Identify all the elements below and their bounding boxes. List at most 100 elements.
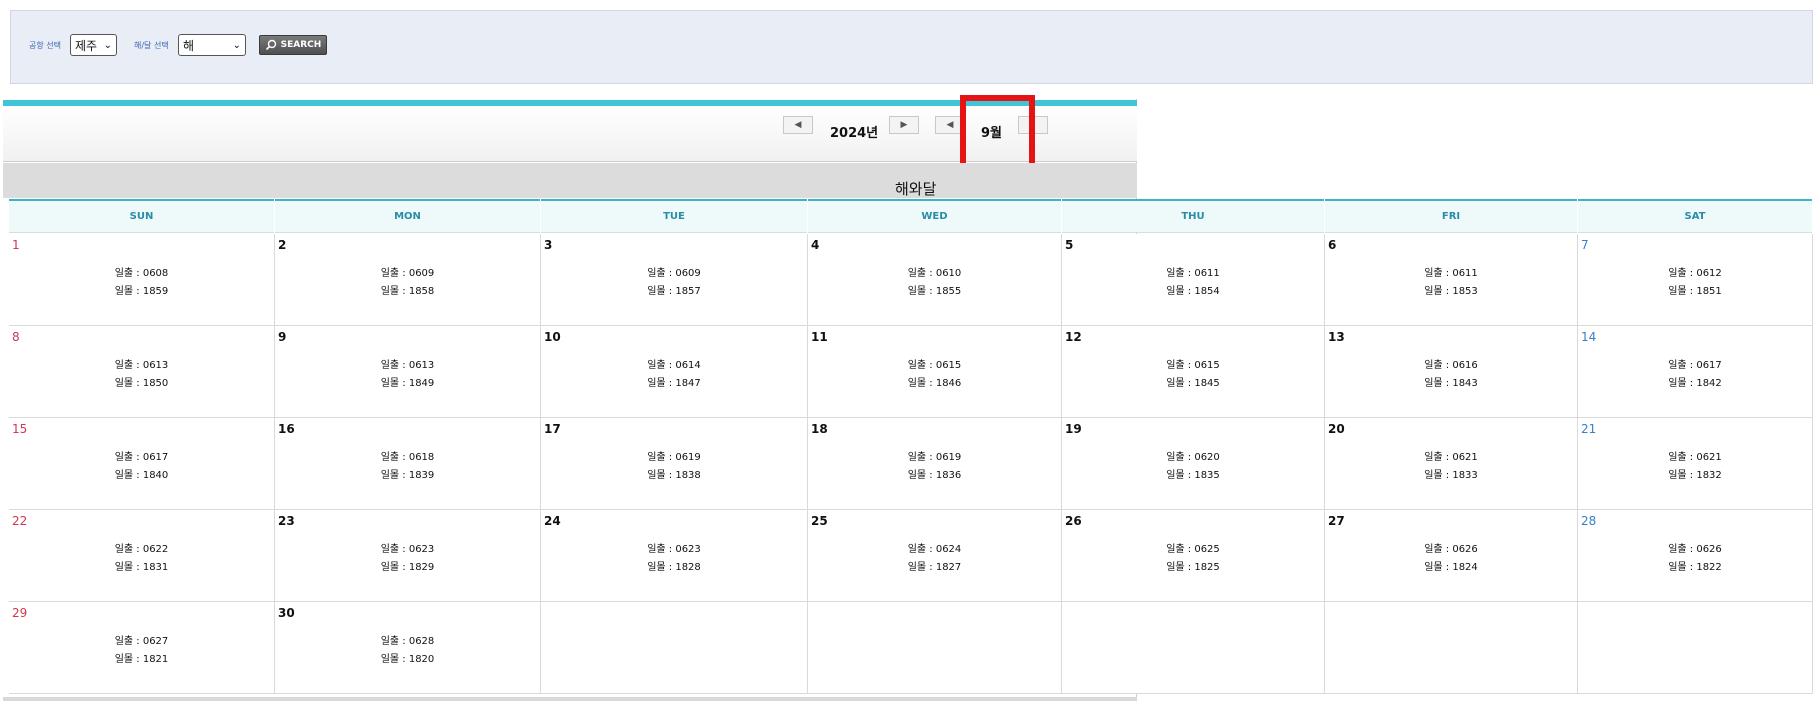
- calendar-day-cell[interactable]: 7 일출 : 0612 일몰 : 1851: [1578, 234, 1813, 326]
- sunmoon-select-label: 해/달 선택: [134, 41, 169, 50]
- arrow-right-icon: ▶: [900, 120, 908, 130]
- calendar-day-cell[interactable]: 12 일출 : 0615 일몰 : 1845: [1062, 326, 1325, 418]
- airport-select-label: 공항 선택: [29, 41, 61, 50]
- sunrise-time: 일출 : 0619: [907, 452, 962, 463]
- sunset-time: 일몰 : 1845: [1166, 378, 1220, 389]
- calendar-day-cell[interactable]: 22 일출 : 0622 일몰 : 1831: [9, 510, 275, 602]
- day-number: 7: [1581, 238, 1589, 252]
- next-year-button[interactable]: ▶: [889, 116, 919, 134]
- sunset-time: 일몰 : 1854: [1166, 286, 1220, 297]
- calendar-day-cell[interactable]: 10 일출 : 0614 일몰 : 1847: [541, 326, 808, 418]
- day-number: 13: [1328, 330, 1345, 344]
- calendar-day-cell[interactable]: 6 일출 : 0611 일몰 : 1853: [1325, 234, 1578, 326]
- sunrise-time: 일출 : 0626: [1424, 544, 1478, 555]
- calendar-bottom-line: [3, 697, 1137, 701]
- calendar-day-cell[interactable]: 14 일출 : 0617 일몰 : 1842: [1578, 326, 1813, 418]
- day-number: 25: [811, 514, 828, 528]
- calendar-day-cell[interactable]: 11 일출 : 0615 일몰 : 1846: [808, 326, 1062, 418]
- calendar-day-cell[interactable]: 20 일출 : 0621 일몰 : 1833: [1325, 418, 1578, 510]
- chevron-down-icon: ⌄: [103, 39, 112, 51]
- sunset-time: 일몰 : 1832: [1668, 470, 1722, 481]
- day-number: 4: [811, 238, 820, 252]
- sunset-time: 일몰 : 1824: [1424, 562, 1478, 573]
- arrow-left-icon: ◀: [794, 120, 802, 130]
- sunset-time: 일몰 : 1853: [1424, 286, 1478, 297]
- day-number: 16: [278, 422, 295, 436]
- calendar-day-cell[interactable]: 29 일출 : 0627 일몰 : 1821: [9, 602, 275, 694]
- calendar-day-cell[interactable]: 1 일출 : 0608 일몰 : 1859: [9, 234, 275, 326]
- calendar-day-cell[interactable]: 18 일출 : 0619 일몰 : 1836: [808, 418, 1062, 510]
- airport-select[interactable]: 제주 ⌄: [70, 34, 117, 56]
- day-number: 8: [12, 330, 20, 344]
- day-number: 5: [1065, 238, 1074, 252]
- sunrise-time: 일출 : 0625: [1166, 544, 1220, 555]
- day-number: 6: [1328, 238, 1337, 252]
- sunset-time: 일몰 : 1820: [380, 654, 435, 665]
- calendar-day-cell[interactable]: 16 일출 : 0618 일몰 : 1839: [275, 418, 541, 510]
- sunrise-time: 일출 : 0626: [1668, 544, 1722, 555]
- sunset-time: 일몰 : 1843: [1424, 378, 1478, 389]
- search-button[interactable]: SEARCH: [259, 35, 327, 55]
- sunset-time: 일몰 : 1855: [907, 286, 962, 297]
- calendar-day-cell[interactable]: 2 일출 : 0609 일몰 : 1858: [275, 234, 541, 326]
- calendar-day-cell[interactable]: 4 일출 : 0610 일몰 : 1855: [808, 234, 1062, 326]
- weekday-header-thu: THU: [1062, 199, 1324, 233]
- sunset-time: 일몰 : 1831: [114, 562, 169, 573]
- sunrise-time: 일출 : 0611: [1166, 268, 1220, 279]
- sunset-time: 일몰 : 1858: [380, 286, 435, 297]
- calendar-day-cell[interactable]: 3 일출 : 0609 일몰 : 1857: [541, 234, 808, 326]
- day-number: 10: [544, 330, 561, 344]
- sunset-time: 일몰 : 1836: [907, 470, 962, 481]
- day-number: 14: [1581, 330, 1597, 344]
- day-number: 23: [278, 514, 295, 528]
- sunset-time: 일몰 : 1838: [647, 470, 701, 481]
- sunrise-time: 일출 : 0613: [380, 360, 435, 371]
- sunset-time: 일몰 : 1821: [114, 654, 169, 665]
- calendar-day-cell[interactable]: 28 일출 : 0626 일몰 : 1822: [1578, 510, 1813, 602]
- sunset-time: 일몰 : 1851: [1668, 286, 1722, 297]
- calendar-day-cell[interactable]: 5 일출 : 0611 일몰 : 1854: [1062, 234, 1325, 326]
- calendar-day-cell[interactable]: 24 일출 : 0623 일몰 : 1828: [541, 510, 808, 602]
- calendar-day-cell[interactable]: 27 일출 : 0626 일몰 : 1824: [1325, 510, 1578, 602]
- year-label: 2024년: [830, 126, 879, 141]
- calendar-day-cell[interactable]: 21 일출 : 0621 일몰 : 1832: [1578, 418, 1813, 510]
- calendar-day-cell[interactable]: 15 일출 : 0617 일몰 : 1840: [9, 418, 275, 510]
- sunrise-time: 일출 : 0608: [114, 268, 169, 279]
- calendar-day-cell: [1578, 602, 1813, 694]
- calendar-day-cell[interactable]: 26 일출 : 0625 일몰 : 1825: [1062, 510, 1325, 602]
- sunset-time: 일몰 : 1835: [1166, 470, 1220, 481]
- calendar-day-cell[interactable]: 9 일출 : 0613 일몰 : 1849: [275, 326, 541, 418]
- sunset-time: 일몰 : 1847: [647, 378, 701, 389]
- day-number: 28: [1581, 514, 1597, 528]
- prev-year-button[interactable]: ◀: [783, 116, 813, 134]
- calendar-day-cell[interactable]: 17 일출 : 0619 일몰 : 1838: [541, 418, 808, 510]
- sunrise-time: 일출 : 0621: [1668, 452, 1722, 463]
- day-number: 11: [811, 330, 828, 344]
- sunrise-time: 일출 : 0615: [1166, 360, 1220, 371]
- calendar-day-cell[interactable]: 25 일출 : 0624 일몰 : 1827: [808, 510, 1062, 602]
- sunmoon-select[interactable]: 해 ⌄: [178, 34, 246, 56]
- day-number: 18: [811, 422, 828, 436]
- sunrise-time: 일출 : 0615: [907, 360, 962, 371]
- weekday-header-fri: FRI: [1325, 199, 1577, 233]
- day-number: 22: [12, 514, 28, 528]
- calendar-day-cell[interactable]: 19 일출 : 0620 일몰 : 1835: [1062, 418, 1325, 510]
- weekday-header-sat: SAT: [1578, 199, 1812, 233]
- calendar-day-cell: [808, 602, 1062, 694]
- day-number: 21: [1581, 422, 1597, 436]
- calendar-day-cell[interactable]: 23 일출 : 0623 일몰 : 1829: [275, 510, 541, 602]
- calendar-day-cell[interactable]: 8 일출 : 0613 일몰 : 1850: [9, 326, 275, 418]
- day-number: 2: [278, 238, 287, 252]
- calendar-day-cell[interactable]: 30 일출 : 0628 일몰 : 1820: [275, 602, 541, 694]
- calendar-day-cell[interactable]: 13 일출 : 0616 일몰 : 1843: [1325, 326, 1578, 418]
- weekday-header-mon: MON: [275, 199, 540, 233]
- sunrise-time: 일출 : 0609: [380, 268, 435, 279]
- sunset-time: 일몰 : 1825: [1166, 562, 1220, 573]
- calendar-day-cell: [1325, 602, 1578, 694]
- calendar-subheader: [3, 163, 1137, 198]
- arrow-left-icon: ◀: [946, 120, 954, 130]
- sunset-time: 일몰 : 1842: [1668, 378, 1722, 389]
- day-number: 17: [544, 422, 561, 436]
- weekday-header-sun: SUN: [9, 199, 274, 233]
- sunrise-time: 일출 : 0614: [647, 360, 701, 371]
